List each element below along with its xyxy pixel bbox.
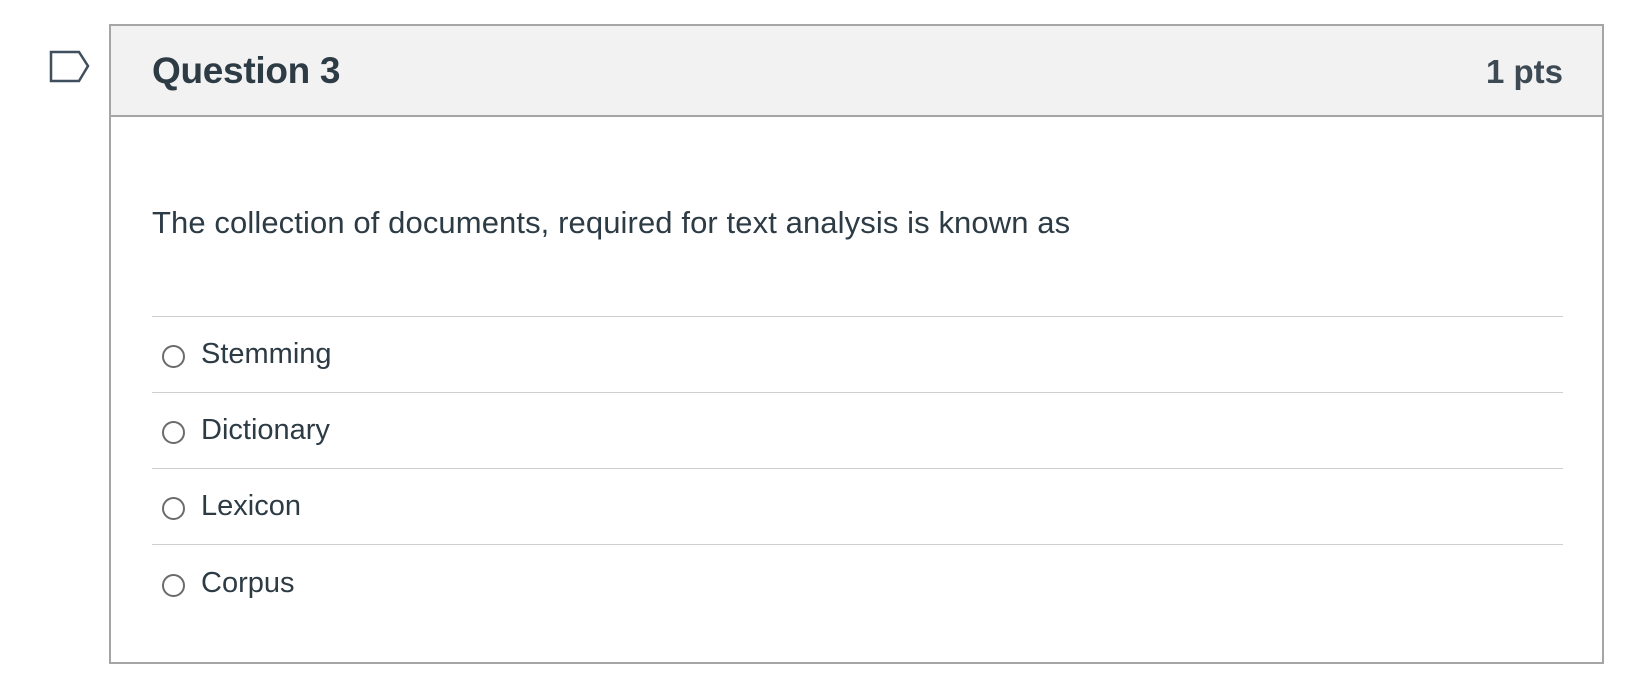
answer-option-lexicon[interactable]: Lexicon xyxy=(152,469,1563,545)
answer-option-dictionary[interactable]: Dictionary xyxy=(152,393,1563,469)
flag-question-icon[interactable] xyxy=(49,50,91,84)
radio-button[interactable] xyxy=(162,497,185,520)
question-body: The collection of documents, required fo… xyxy=(111,117,1602,621)
question-title: Question 3 xyxy=(152,49,341,91)
radio-button[interactable] xyxy=(162,421,185,444)
radio-button[interactable] xyxy=(162,573,185,597)
question-card: Question 3 1 pts The collection of docum… xyxy=(109,24,1604,664)
answer-label: Lexicon xyxy=(201,490,301,522)
answer-label: Corpus xyxy=(201,566,295,599)
question-text: The collection of documents, required fo… xyxy=(152,205,1071,240)
question-points: 1 pts xyxy=(1485,52,1563,90)
question-header: Question 3 1 pts xyxy=(111,26,1602,117)
answer-option-stemming[interactable]: Stemming xyxy=(152,317,1563,393)
answer-label: Stemming xyxy=(201,338,332,370)
answer-label: Dictionary xyxy=(201,414,330,446)
radio-button[interactable] xyxy=(162,345,185,368)
answer-list: Stemming Dictionary Lexicon Corpus xyxy=(152,316,1563,621)
answer-option-corpus[interactable]: Corpus xyxy=(152,545,1563,621)
